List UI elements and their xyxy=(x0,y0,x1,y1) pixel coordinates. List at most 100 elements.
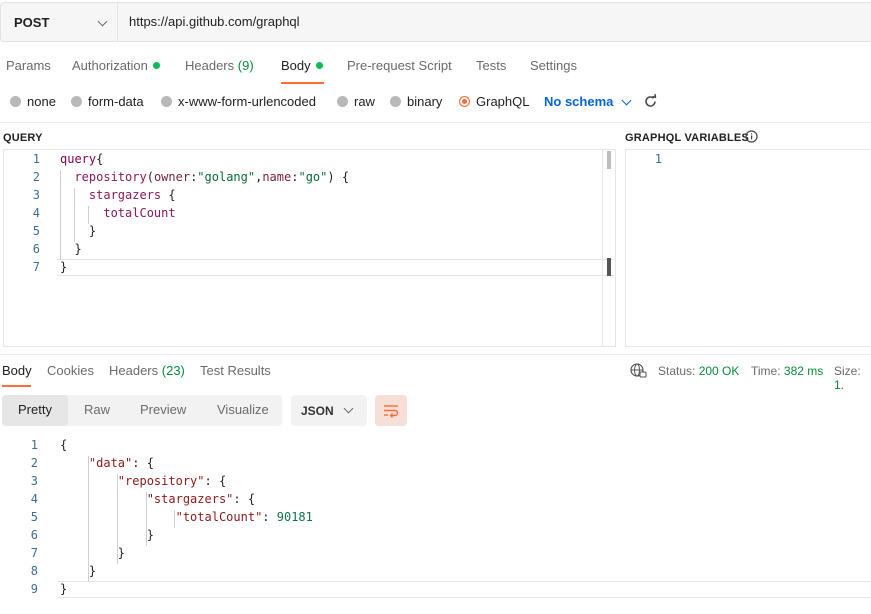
radio-graphql[interactable] xyxy=(459,96,470,107)
code-line: query{ xyxy=(60,152,104,166)
status-dot-icon xyxy=(315,62,323,69)
tab-label: Params xyxy=(6,58,51,73)
size-label: Size: xyxy=(834,364,861,378)
response-viewer[interactable]: 1 { 2 "data": { 3 "repository": { 4 "sta… xyxy=(2,436,871,606)
wrap-lines-button[interactable] xyxy=(375,395,407,426)
code-line: "stargazers": { xyxy=(146,492,256,506)
radio-label-raw[interactable]: raw xyxy=(354,94,375,109)
radio-label-binary[interactable]: binary xyxy=(407,94,442,109)
radio-binary[interactable] xyxy=(390,96,401,107)
tab-label: Settings xyxy=(530,58,577,73)
line-number: 6 xyxy=(32,242,40,256)
line-number: 7 xyxy=(30,546,38,560)
line-number: 2 xyxy=(30,456,38,470)
divider xyxy=(0,354,871,355)
line-number: 7 xyxy=(32,260,40,274)
globe-icon[interactable] xyxy=(630,363,647,379)
response-tab-test-results[interactable]: Test Results xyxy=(200,363,271,378)
tab-label: Tests xyxy=(476,58,507,73)
line-number: 4 xyxy=(32,206,40,220)
line-number: 1 xyxy=(32,152,40,166)
time-info[interactable]: Time: 382 ms xyxy=(751,364,823,378)
time-value: 382 ms xyxy=(783,364,824,378)
query-editor[interactable]: 1 query{ 2 repository(owner:"golang",nam… xyxy=(3,149,616,347)
radio-label-none[interactable]: none xyxy=(27,94,56,109)
code-line: "data": { xyxy=(88,456,154,470)
radio-label-graphql[interactable]: GraphQL xyxy=(476,94,529,109)
wrap-icon xyxy=(384,405,399,418)
url-input[interactable]: https://api.github.com/graphql xyxy=(117,2,871,42)
tab-body[interactable]: Body xyxy=(281,58,323,73)
code-line: } xyxy=(60,260,68,274)
refresh-icon[interactable] xyxy=(643,94,658,109)
tab-label: Headers xyxy=(109,363,159,378)
status-info[interactable]: Status: 200 OK xyxy=(658,364,739,378)
radio-label-form-data[interactable]: form-data xyxy=(88,94,144,109)
code-line: } xyxy=(60,528,154,542)
line-number: 1 xyxy=(654,152,662,166)
radio-none[interactable] xyxy=(10,96,21,107)
line-number: 2 xyxy=(32,170,40,184)
tab-authorization[interactable]: Authorization xyxy=(72,58,160,73)
tab-label: Authorization xyxy=(72,58,148,73)
time-label: Time: xyxy=(751,364,781,378)
active-tab-indicator xyxy=(2,385,31,387)
radio-label-urlencoded[interactable]: x-www-form-urlencoded xyxy=(178,94,316,109)
info-icon[interactable] xyxy=(745,130,758,143)
line-number: 4 xyxy=(30,492,38,506)
editor-gutter-divider xyxy=(602,150,603,346)
chevron-down-icon xyxy=(343,403,354,414)
code-line: } xyxy=(60,564,97,578)
radio-urlencoded[interactable] xyxy=(161,96,172,107)
format-preview[interactable]: Preview xyxy=(140,402,186,417)
code-line: { xyxy=(60,438,68,452)
tab-label: Body xyxy=(281,58,311,73)
query-title: QUERY xyxy=(3,132,43,144)
code-line: } xyxy=(60,242,82,256)
format-pretty[interactable]: Pretty xyxy=(18,402,52,417)
language-label: JSON xyxy=(301,404,334,418)
code-line: "totalCount": 90181 xyxy=(175,510,313,524)
status-dot-icon xyxy=(152,62,160,69)
size-info[interactable]: Size: 1. xyxy=(834,364,871,392)
code-line: } xyxy=(60,546,126,560)
tab-count: (9) xyxy=(237,58,254,73)
line-number: 9 xyxy=(30,582,38,596)
scrollbar-thumb[interactable] xyxy=(607,151,611,169)
status-value: 200 OK xyxy=(698,364,740,378)
divider xyxy=(0,122,871,123)
method-select[interactable]: POST xyxy=(0,2,117,42)
tab-headers[interactable]: Headers (9) xyxy=(185,58,254,73)
line-number: 3 xyxy=(32,188,40,202)
response-tab-body[interactable]: Body xyxy=(2,363,32,378)
language-select[interactable]: JSON xyxy=(291,395,367,426)
line-number: 6 xyxy=(30,528,38,542)
status-label: Status: xyxy=(658,364,696,378)
format-raw[interactable]: Raw xyxy=(84,402,110,417)
radio-raw[interactable] xyxy=(337,96,348,107)
line-number: 3 xyxy=(30,474,38,488)
response-tab-cookies[interactable]: Cookies xyxy=(47,363,94,378)
tab-count: (23) xyxy=(161,363,185,378)
line-number: 1 xyxy=(30,438,38,452)
chevron-down-icon[interactable] xyxy=(621,95,632,106)
radio-form-data[interactable] xyxy=(71,96,82,107)
tab-tests[interactable]: Tests xyxy=(476,58,506,73)
tab-settings[interactable]: Settings xyxy=(530,58,577,73)
active-tab-indicator xyxy=(281,82,324,84)
code-line: stargazers { xyxy=(88,188,176,202)
current-line-highlight xyxy=(57,259,614,276)
line-number: 5 xyxy=(30,510,38,524)
chevron-down-icon xyxy=(97,16,108,27)
response-tab-headers[interactable]: Headers (23) xyxy=(109,363,185,378)
line-number: 5 xyxy=(32,224,40,238)
variables-title: GRAPHQL VARIABLES xyxy=(625,132,750,144)
variables-editor[interactable]: 1 xyxy=(625,149,871,347)
format-visualize[interactable]: Visualize xyxy=(217,402,269,417)
schema-select[interactable]: No schema xyxy=(544,94,613,109)
code-line: repository(owner:"golang",name:"go") { xyxy=(74,170,350,184)
tab-pre-request-script[interactable]: Pre-request Script xyxy=(347,58,452,73)
url-text: https://api.github.com/graphql xyxy=(129,14,300,29)
code-line: totalCount xyxy=(103,206,176,220)
tab-params[interactable]: Params xyxy=(6,58,51,73)
